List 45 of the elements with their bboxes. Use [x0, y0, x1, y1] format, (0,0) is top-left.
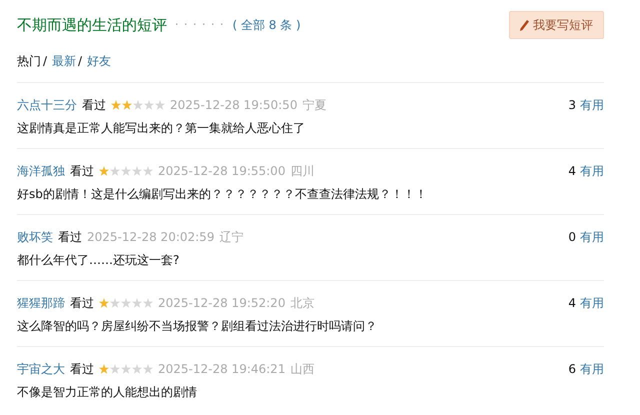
vote-count: 3: [568, 97, 576, 114]
comment-region: 四川: [290, 163, 314, 180]
comment-time: 2025-12-28 19:55:00: [158, 163, 286, 180]
comment-text: 这剧情真是正常人能写出来的？第一集就给人恶心住了: [17, 120, 306, 137]
username-link[interactable]: 猩猩那蹄: [17, 294, 65, 312]
watched-label: 看过: [70, 361, 94, 378]
username-link[interactable]: 宇宙之大: [17, 360, 65, 378]
dot-leader: · · · · · ·: [175, 16, 224, 33]
watched-label: 看过: [58, 229, 82, 246]
separator: /: [78, 53, 82, 70]
pencil-icon: [520, 20, 529, 30]
comment-text: 这么降智的吗？房屋纠纷不当场报警？剧组看过法治进行时吗请问？: [17, 318, 378, 335]
write-comment-button[interactable]: 我要写短评: [509, 11, 604, 39]
comment-region: 北京: [290, 295, 314, 312]
comment-region: 山西: [290, 361, 314, 378]
vote-count: 4: [568, 295, 576, 312]
section-title: 不期而遇的生活的短评: [17, 14, 167, 36]
comment-time: 2025-12-28 19:46:21: [158, 361, 286, 378]
comment-text: 好sb的剧情！这是什么编剧写出来的？？？？？？？不查查法律法规？！！！: [17, 186, 428, 203]
sort-tab[interactable]: 最新: [52, 52, 76, 70]
sort-tab[interactable]: 热门: [17, 52, 41, 70]
all-comments-link[interactable]: ( 全部 8 条 ): [232, 16, 301, 34]
watched-label: 看过: [82, 97, 106, 114]
comment-time: 2025-12-28 19:50:50: [170, 97, 298, 114]
vote-count: 0: [568, 229, 576, 246]
username-link[interactable]: 败坏笑: [17, 228, 53, 246]
vote-count: 6: [568, 361, 576, 378]
watched-label: 看过: [70, 163, 94, 180]
username-link[interactable]: 六点十三分: [17, 96, 77, 114]
useful-link[interactable]: 有用: [580, 228, 604, 246]
useful-link[interactable]: 有用: [580, 360, 604, 378]
comment-text: 不像是智力正常的人能想出的剧情: [17, 384, 198, 401]
comment-text: 都什么年代了……还玩这一套?: [17, 252, 180, 269]
comment-region: 宁夏: [302, 97, 326, 114]
sort-tab[interactable]: 好友: [87, 52, 112, 70]
comment-region: 辽宁: [219, 229, 244, 246]
comment-time: 2025-12-28 20:02:59: [87, 229, 214, 246]
separator: /: [43, 53, 48, 70]
username-link[interactable]: 海洋孤独: [17, 162, 65, 180]
useful-link[interactable]: 有用: [580, 96, 604, 114]
comment-time: 2025-12-28 19:52:20: [158, 295, 286, 312]
watched-label: 看过: [70, 295, 94, 312]
vote-count: 4: [568, 163, 576, 180]
useful-link[interactable]: 有用: [580, 294, 604, 312]
useful-link[interactable]: 有用: [580, 162, 604, 180]
